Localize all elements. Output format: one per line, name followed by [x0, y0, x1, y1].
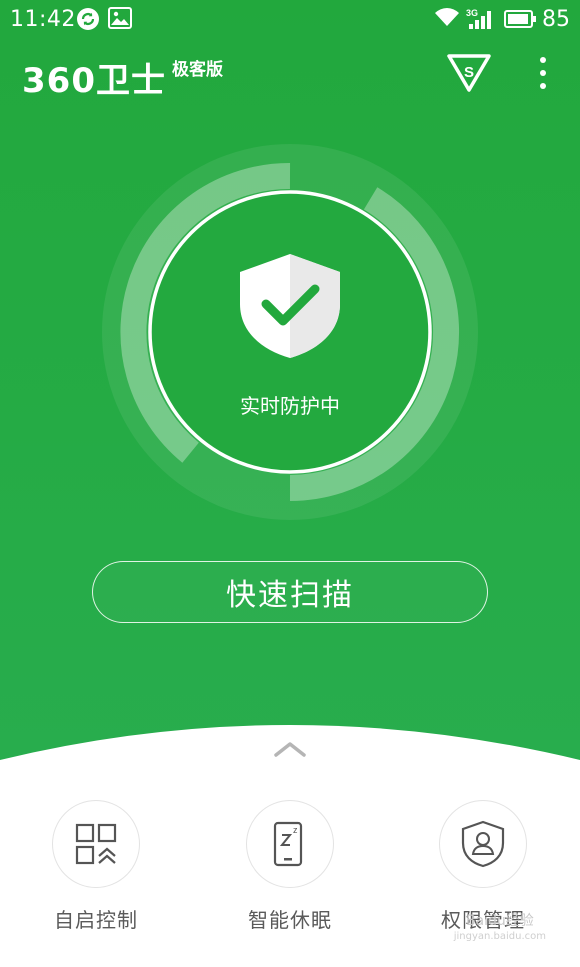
feature-autostart[interactable]: 自启控制 — [16, 800, 176, 933]
autostart-grid-icon — [52, 800, 140, 888]
protection-ring: 实时防护中 — [98, 140, 482, 524]
watermark-sub: jingyan.baidu.com — [453, 931, 546, 942]
feature-label-autostart: 自启控制 — [54, 908, 138, 932]
app-screen: 11:42 3G 85 360卫士 极客版 S 实时防护中 快速扫描 自启控制 … — [0, 0, 580, 967]
wifi-icon — [434, 7, 460, 33]
feature-smart-sleep[interactable]: z 智能休眠 — [210, 800, 370, 933]
watermark-text: Baidu经验 — [465, 913, 534, 929]
more-vertical-icon[interactable] — [530, 56, 556, 94]
svg-text:z: z — [293, 825, 298, 835]
phone-sleep-icon: z — [246, 800, 334, 888]
svg-text:S: S — [464, 64, 474, 81]
protection-status: 实时防护中 — [240, 394, 340, 418]
sync-icon — [76, 7, 100, 35]
shield-s-icon[interactable]: S — [447, 52, 491, 96]
app-logo: 360卫士 — [22, 61, 166, 101]
image-icon — [108, 7, 132, 33]
shield-user-icon — [439, 800, 527, 888]
status-bar: 11:42 3G 85 — [0, 0, 580, 40]
battery-icon — [504, 9, 536, 33]
signal-icon: 3G — [466, 7, 496, 35]
shield-check-icon — [236, 250, 344, 366]
app-edition: 极客版 — [172, 60, 223, 80]
watermark: Baidu经验 jingyan.baidu.com — [454, 914, 546, 944]
feature-label-sleep: 智能休眠 — [248, 908, 332, 932]
app-header: 360卫士 极客版 S — [0, 40, 580, 110]
quick-scan-button[interactable]: 快速扫描 — [92, 561, 488, 623]
expand-chevron-icon[interactable] — [270, 738, 310, 764]
battery-level: 85 — [542, 7, 570, 32]
status-time: 11:42 — [10, 7, 76, 32]
network-label: 3G — [466, 8, 478, 18]
